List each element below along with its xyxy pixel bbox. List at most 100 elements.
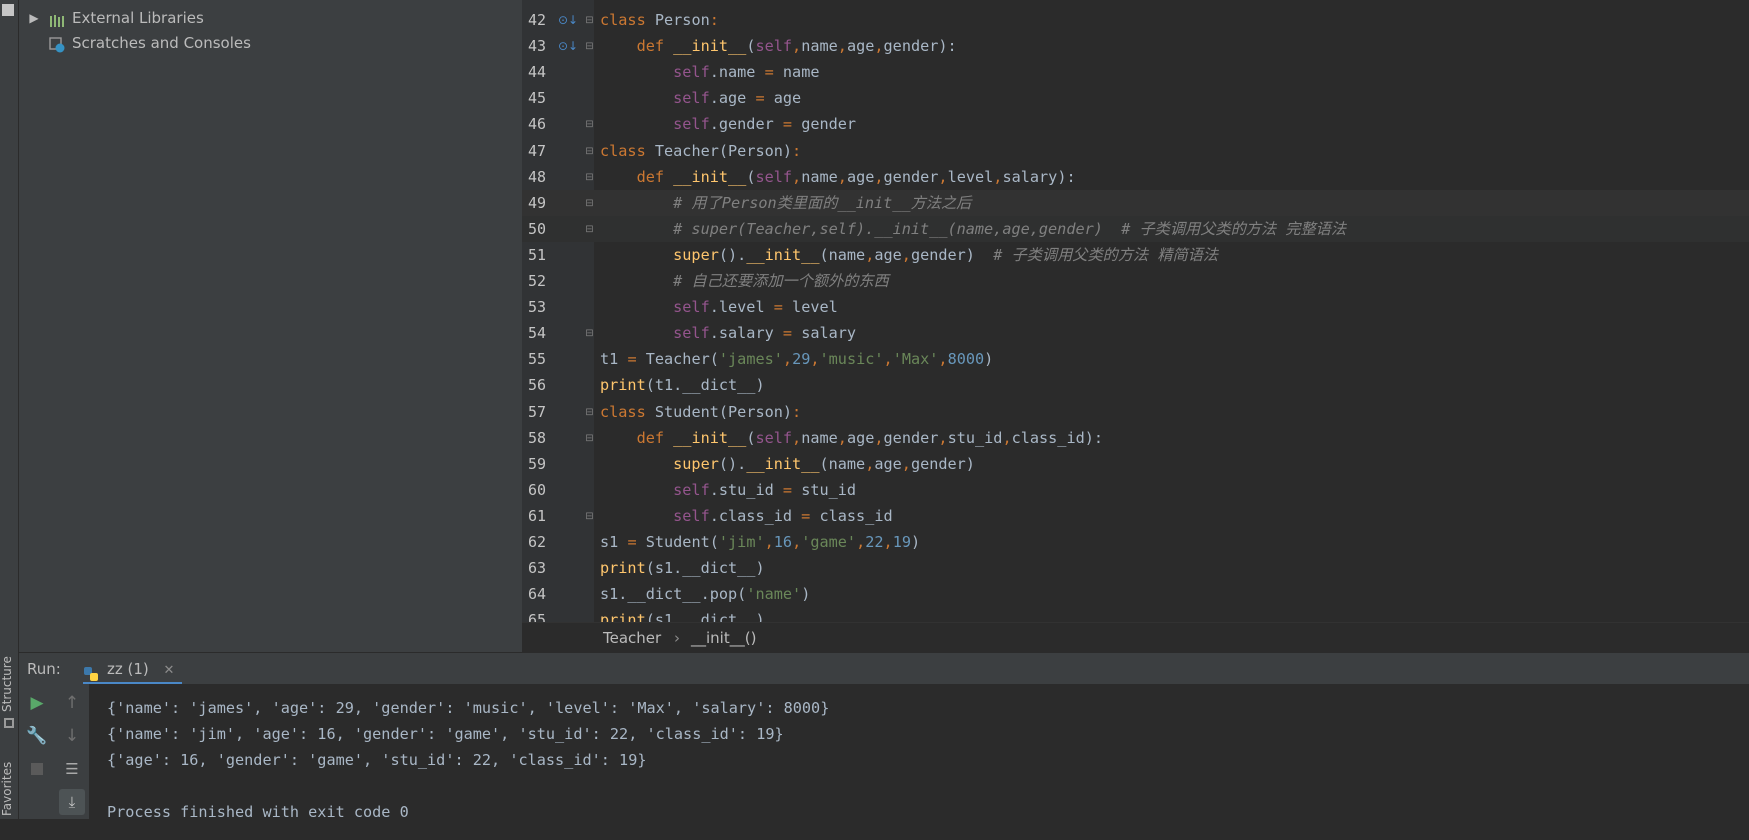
fold-marker-icon[interactable]: ⊟	[584, 146, 595, 157]
fold-marker-icon[interactable]: ⊟	[584, 328, 595, 339]
fold-marker-icon[interactable]: ⊟	[584, 119, 595, 130]
console-line: {'name': 'james', 'age': 29, 'gender': '…	[107, 699, 830, 717]
favorites-tab[interactable]: Favorites	[0, 762, 18, 816]
wrench-icon[interactable]: 🔧	[24, 723, 50, 749]
code-token: # 子类调用父类的方法 精简语法	[993, 245, 1219, 264]
line-number: 56	[527, 376, 546, 395]
code-line[interactable]: 44 self.name = name	[522, 59, 1749, 85]
code-token: class	[600, 402, 655, 421]
code-text: # 用了Person类里面的__init__方法之后	[600, 190, 971, 216]
tree-item-label: Scratches and Consoles	[72, 34, 251, 52]
breadcrumb-method[interactable]: __init__()	[691, 623, 756, 653]
code-line[interactable]: 62 s1 = Student('jim',16,'game',22,19)	[522, 529, 1749, 555]
code-line[interactable]: 64 s1.__dict__.pop('name')	[522, 581, 1749, 607]
code-token: 'game'	[801, 533, 857, 551]
code-line[interactable]: 58 ⊟ def __init__(self,name,age,gender,st…	[522, 425, 1749, 451]
line-number: 53	[527, 298, 546, 317]
chevron-right-icon[interactable]: ▶	[27, 6, 41, 30]
fold-marker-icon[interactable]: ⊟	[584, 407, 595, 418]
run-console[interactable]: {'name': 'james', 'age': 29, 'gender': '…	[89, 684, 1749, 821]
code-token: __init__	[673, 428, 747, 447]
code-line[interactable]: 43 ⊙↓ ⊟ def __init__(self,name,age,gender)…	[522, 33, 1749, 59]
code-token: (name	[819, 454, 866, 473]
soft-wrap-icon[interactable]: ☰	[59, 756, 85, 782]
code-line[interactable]: 61 ⊟ self.class_id = class_id	[522, 503, 1749, 529]
fold-marker-icon[interactable]: ⊟	[584, 15, 595, 26]
scratches-icon	[49, 36, 65, 53]
code-editor[interactable]: 42 ⊙↓ ⊟ class Person: 43 ⊙↓ ⊟ def __init__(sel…	[522, 0, 1749, 622]
line-number: 44	[527, 63, 546, 82]
code-token: ,	[856, 533, 866, 551]
code-token: (name	[819, 245, 866, 264]
code-token: =	[773, 298, 793, 317]
code-line[interactable]: 59 super().__init__(name,age,gender)	[522, 451, 1749, 477]
console-line: {'name': 'jim', 'age': 16, 'gender': 'ga…	[107, 725, 784, 743]
code-text: self.stu_id = stu_id	[600, 477, 856, 503]
code-text: def __init__(self,name,age,gender):	[600, 33, 957, 59]
code-line[interactable]: 47 ⊟ class Teacher(Person):	[522, 138, 1749, 164]
scroll-to-end-icon[interactable]: ⤓	[59, 789, 85, 815]
line-number: 59	[527, 454, 546, 473]
override-marker-icon[interactable]: ⊙↓	[558, 33, 578, 59]
fold-marker-icon[interactable]: ⊟	[584, 41, 595, 52]
code-token: )	[801, 585, 811, 604]
code-text: print(t1.__dict__)	[600, 372, 765, 398]
code-token: Teacher(	[645, 350, 719, 369]
code-line[interactable]: 50 ⊟ # super(Teacher,self).__init__(name,…	[522, 215, 1749, 242]
code-line[interactable]: 54 ⊟ self.salary = salary	[522, 320, 1749, 346]
code-token: 29	[792, 350, 811, 369]
code-token: ,	[792, 167, 802, 186]
code-token: stu_id	[947, 428, 1003, 447]
rerun-icon[interactable]: ▶	[24, 690, 50, 716]
code-token: def	[600, 37, 674, 56]
stop-icon[interactable]	[24, 756, 50, 782]
code-token: ,	[901, 245, 911, 264]
fold-marker-icon[interactable]: ⊟	[584, 198, 595, 209]
fold-marker-icon[interactable]: ⊟	[584, 224, 595, 235]
code-line[interactable]: 52 # 自己还要添加一个额外的东西	[522, 268, 1749, 294]
code-token: s1	[600, 533, 628, 551]
code-line[interactable]: 49 ⊟ # 用了Person类里面的__init__方法之后	[522, 189, 1749, 216]
code-token: ,	[901, 454, 911, 473]
code-token: 'james'	[718, 350, 783, 369]
code-token: Teacher	[654, 141, 719, 160]
breadcrumb-class[interactable]: Teacher	[603, 623, 661, 653]
code-token: ,	[837, 37, 847, 56]
run-tab[interactable]: zz (1) ✕	[83, 653, 183, 685]
code-token: :	[709, 11, 719, 29]
tree-item-external-libraries[interactable]: ▶ External Libraries	[19, 6, 522, 30]
code-token: ,	[837, 167, 847, 186]
code-line[interactable]: 63 print(s1.__dict__)	[522, 555, 1749, 581]
code-line[interactable]: 57 ⊟ class Student(Person):	[522, 399, 1749, 425]
arrow-up-icon[interactable]: ↑	[59, 690, 85, 716]
code-token: Student(	[645, 533, 719, 551]
fold-marker-icon[interactable]: ⊟	[584, 433, 595, 444]
code-token: self	[600, 324, 710, 343]
code-line[interactable]: 65 print(s1.__dict__)	[522, 607, 1749, 622]
code-token: =	[782, 324, 802, 343]
code-token: print	[600, 559, 646, 578]
structure-tab[interactable]: Structure	[0, 656, 18, 712]
code-line[interactable]: 55 t1 = Teacher('james',29,'music','Max',…	[522, 346, 1749, 372]
close-icon[interactable]: ✕	[164, 663, 175, 678]
fold-marker-icon[interactable]: ⊟	[584, 511, 595, 522]
arrow-down-icon[interactable]: ↓	[59, 723, 85, 749]
code-line[interactable]: 53 self.level = level	[522, 294, 1749, 320]
code-token: gender)	[910, 454, 975, 473]
tree-item-scratches-consoles[interactable]: Scratches and Consoles	[19, 31, 522, 55]
override-marker-icon[interactable]: ⊙↓	[558, 7, 578, 33]
code-token: ):	[1057, 167, 1076, 186]
code-line[interactable]: 48 ⊟ def __init__(self,name,age,gender,le…	[522, 164, 1749, 190]
code-line[interactable]: 46 ⊟ self.gender = gender	[522, 111, 1749, 137]
code-text: self.salary = salary	[600, 320, 856, 346]
code-line[interactable]: 42 ⊙↓ ⊟ class Person:	[522, 7, 1749, 33]
fold-marker-icon[interactable]: ⊟	[584, 172, 595, 183]
code-line[interactable]: 60 self.stu_id = stu_id	[522, 477, 1749, 503]
code-line[interactable]: 45 self.age = age	[522, 85, 1749, 111]
code-token: .stu_id	[709, 480, 783, 499]
project-icon[interactable]	[2, 4, 14, 16]
code-token: # super(Teacher,self).__init__(name,age,…	[600, 219, 1347, 238]
code-line[interactable]: 51 super().__init__(name,age,gender) # 子…	[522, 242, 1749, 268]
code-token: (Person)	[718, 141, 793, 160]
code-line[interactable]: 56 print(t1.__dict__)	[522, 372, 1749, 398]
